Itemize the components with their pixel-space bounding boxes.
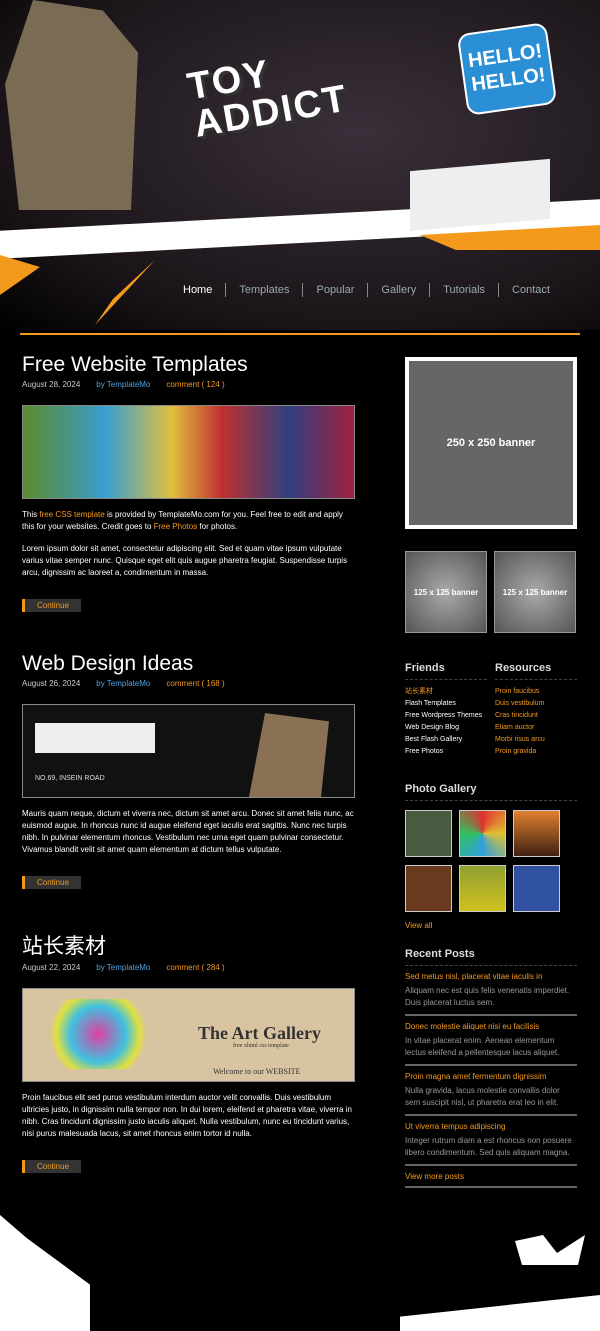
footer-art: [0, 1205, 600, 1331]
photo-gallery: Photo Gallery View all: [405, 783, 577, 930]
gallery-thumb[interactable]: [513, 810, 560, 857]
post-comments[interactable]: comment ( 124 ): [166, 380, 224, 389]
post-comments[interactable]: comment ( 284 ): [166, 963, 224, 972]
recent-post-item: Donec molestie aliquet nisi eu facilisis…: [405, 1016, 577, 1066]
post-date: August 22, 2024: [22, 963, 81, 972]
friends-heading: Friends: [405, 662, 487, 680]
recent-post-title[interactable]: Sed metus nisl, placerat vitae iaculis i…: [405, 972, 577, 981]
continue-button[interactable]: Continue: [22, 876, 82, 889]
recent-post-desc: Aliquam nec est quis felis venenatis imp…: [405, 986, 570, 1007]
gallery-thumb[interactable]: [513, 865, 560, 912]
nav-contact[interactable]: Contact: [498, 283, 563, 297]
recent-post-item: Sed metus nisl, placerat vitae iaculis i…: [405, 966, 577, 1016]
recent-post-item: Ut viverra tempus adipiscing Integer rutr…: [405, 1116, 577, 1166]
friends-link[interactable]: Flash Templates: [405, 698, 487, 710]
post-date: August 26, 2024: [22, 679, 81, 688]
post-author[interactable]: by TemplateMo: [96, 963, 150, 972]
logo: TOY ADDICT: [184, 52, 352, 146]
banner-250[interactable]: 250 x 250 banner: [405, 357, 577, 529]
character-illustration: [5, 0, 138, 210]
post-image-graffiti: [22, 405, 355, 499]
post-title[interactable]: Free Website Templates: [22, 353, 355, 377]
recent-post-title[interactable]: Proin magna amet fermentum dignissim: [405, 1072, 577, 1081]
nav-home[interactable]: Home: [170, 283, 225, 297]
friends-link[interactable]: 站长素材: [405, 686, 487, 698]
friends-link[interactable]: Web Design Blog: [405, 722, 487, 734]
links-section: Friends 站长素材 Flash Templates Free Wordpres…: [405, 662, 577, 758]
resources-link[interactable]: Morbi risus arcu: [495, 734, 577, 746]
resources-link[interactable]: Duis vestibulum: [495, 698, 577, 710]
banner-125[interactable]: 125 x 125 banner: [405, 551, 487, 633]
post-comments[interactable]: comment ( 168 ): [166, 679, 224, 688]
gallery-heading: Photo Gallery: [405, 783, 577, 801]
resources-link[interactable]: Proin faucibus: [495, 686, 577, 698]
view-all-link[interactable]: View all: [405, 921, 577, 930]
post: 站长素材 August 22, 2024 by TemplateMo comment…: [22, 930, 355, 1173]
recent-heading: Recent Posts: [405, 948, 577, 966]
recent-post-title[interactable]: Donec molestie aliquet nisi eu facilisis: [405, 1022, 577, 1031]
resources-link[interactable]: Proin gravida: [495, 746, 577, 758]
page: TOY ADDICT HELLO! HELLO! Home Templates Po…: [0, 0, 600, 1331]
recent-post-desc: Nulla gravida, lacus molestie convallis …: [405, 1086, 560, 1107]
resources-heading: Resources: [495, 662, 577, 680]
recent-posts: Recent Posts Sed metus nisl, placerat vi…: [405, 948, 577, 1188]
main-nav: Home Templates Popular Gallery Tutorials…: [170, 283, 563, 297]
resources-box: Resources Proin faucibus Duis vestibulum C…: [495, 662, 577, 758]
post-body: Mauris quam neque, dictum et viverra nec…: [22, 809, 354, 854]
resources-link[interactable]: Etiam auctor: [495, 722, 577, 734]
post-image-ideas: NO.69, INSEIN ROAD: [22, 704, 355, 798]
continue-button[interactable]: Continue: [22, 1160, 82, 1173]
post-body: Lorem ipsum dolor sit amet, consectetur …: [22, 544, 348, 577]
header-banner: TOY ADDICT HELLO! HELLO!: [0, 0, 600, 330]
resources-link[interactable]: Cras tincidunt: [495, 710, 577, 722]
gallery-thumb[interactable]: [459, 810, 506, 857]
post-author[interactable]: by TemplateMo: [96, 380, 150, 389]
friends-box: Friends 站长素材 Flash Templates Free Wordpres…: [405, 662, 487, 758]
free-photos-link[interactable]: Free Photos: [154, 522, 198, 531]
post-intro: This free CSS template is provided by Te…: [22, 510, 343, 531]
post: Free Website Templates August 28, 2024 by…: [22, 353, 355, 612]
nav-gallery[interactable]: Gallery: [367, 283, 429, 297]
post-title[interactable]: Web Design Ideas: [22, 652, 355, 676]
gallery-thumb[interactable]: [459, 865, 506, 912]
post-image-art-gallery: The Art Gallery free xhtml css template …: [22, 988, 355, 1082]
post-author[interactable]: by TemplateMo: [96, 679, 150, 688]
recent-post-desc: Integer rutrum diam a est rhoncus non po…: [405, 1136, 572, 1157]
nav-templates[interactable]: Templates: [225, 283, 302, 297]
recent-post-desc: In vitae placerat enim. Aenean elementum…: [405, 1036, 560, 1057]
friends-link[interactable]: Free Wordpress Themes: [405, 710, 487, 722]
post-body: Proin faucibus elit sed purus vestibulum…: [22, 1093, 352, 1138]
nav-popular[interactable]: Popular: [302, 283, 367, 297]
hello-speech-bubble: HELLO! HELLO!: [456, 22, 558, 116]
recent-post-title[interactable]: Ut viverra tempus adipiscing: [405, 1122, 577, 1131]
free-css-template-link[interactable]: free CSS template: [39, 510, 104, 519]
post: Web Design Ideas August 26, 2024 by Templ…: [22, 652, 355, 889]
nav-tutorials[interactable]: Tutorials: [429, 283, 498, 297]
continue-button[interactable]: Continue: [22, 599, 82, 612]
post-title[interactable]: 站长素材: [22, 930, 355, 960]
divider: [20, 333, 580, 335]
banner-125[interactable]: 125 x 125 banner: [494, 551, 576, 633]
recent-post-item: Proin magna amet fermentum dignissim Null…: [405, 1066, 577, 1116]
gallery-thumb[interactable]: [405, 810, 452, 857]
post-date: August 28, 2024: [22, 380, 81, 389]
view-more-posts-link[interactable]: View more posts: [405, 1172, 577, 1181]
friends-link[interactable]: Free Photos: [405, 746, 487, 758]
gallery-thumb[interactable]: [405, 865, 452, 912]
friends-link[interactable]: Best Flash Gallery: [405, 734, 487, 746]
